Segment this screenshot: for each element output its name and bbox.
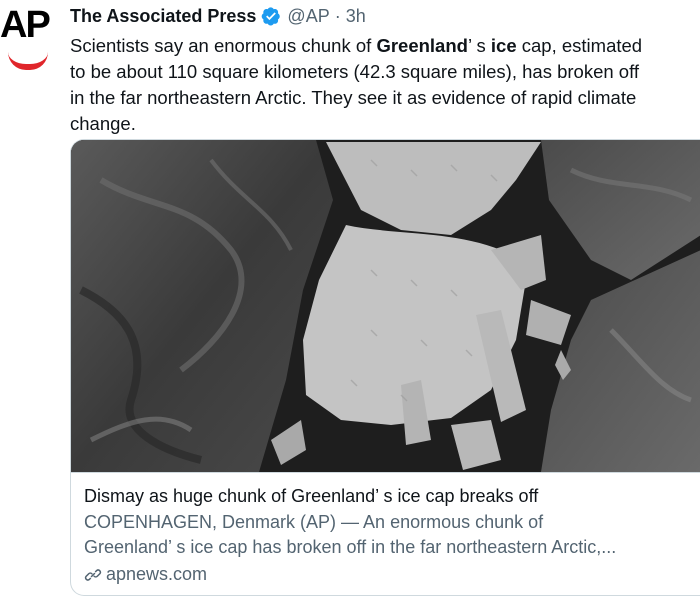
card-description: COPENHAGEN, Denmark (AP) — An enormous c… [84, 512, 617, 557]
author-name[interactable]: The Associated Press [70, 6, 256, 27]
card-domain[interactable]: apnews.com [106, 562, 207, 587]
timestamp[interactable]: 3h [346, 6, 366, 27]
ap-logo-swoosh [8, 52, 48, 70]
verified-badge-icon [262, 7, 281, 26]
tweet-header: The Associated Press @AP · 3h [70, 5, 366, 27]
tweet-text-part: ’ s [467, 35, 491, 56]
tweet-text-bold-greenland: Greenland [376, 35, 468, 56]
avatar[interactable]: AP [0, 2, 56, 70]
satellite-ice-image[interactable] [71, 140, 700, 473]
separator-dot: · [334, 5, 341, 26]
tweet-text-bold-ice: ice [490, 35, 517, 56]
ap-logo-text: AP [0, 4, 51, 46]
author-handle[interactable]: @AP [287, 6, 329, 27]
card-meta: Dismay as huge chunk of Greenland’ s ice… [84, 484, 694, 587]
tweet-text: Scientists say an enormous chunk of Gree… [70, 33, 696, 137]
link-icon [84, 568, 102, 581]
card-title[interactable]: Dismay as huge chunk of Greenland’ s ice… [84, 484, 694, 508]
card-link[interactable]: apnews.com [84, 562, 694, 587]
tweet-text-part: Scientists say an enormous chunk of [70, 35, 377, 56]
link-card[interactable]: Dismay as huge chunk of Greenland’ s ice… [70, 139, 700, 596]
